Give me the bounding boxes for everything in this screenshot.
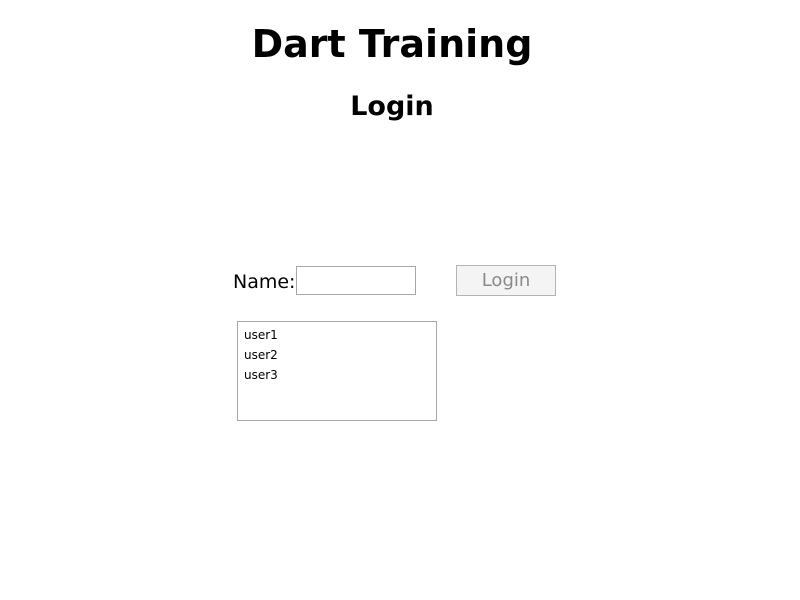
login-button[interactable]: Login (456, 265, 556, 296)
name-label: Name: (233, 271, 296, 293)
page-title: Login (350, 91, 434, 122)
list-item-user1[interactable]: user1 (238, 325, 436, 345)
app-title: Dart Training (251, 22, 533, 66)
name-input[interactable] (296, 266, 416, 295)
list-item-user3[interactable]: user3 (238, 365, 436, 385)
list-item-user2[interactable]: user2 (238, 345, 436, 365)
user-list[interactable]: user1 user2 user3 (237, 321, 437, 421)
